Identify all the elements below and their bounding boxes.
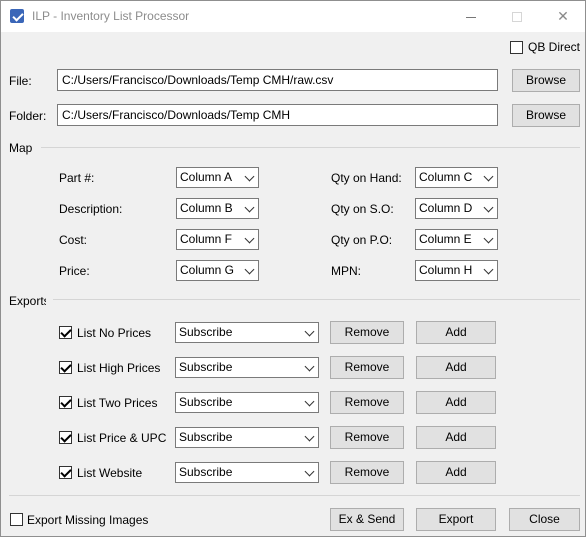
qty-on-po-value: Column E — [419, 232, 472, 246]
list-no-prices-label: List No Prices — [77, 326, 152, 340]
cost-value: Column F — [180, 232, 233, 246]
mpn-select[interactable]: Column H — [415, 260, 498, 281]
list-two-prices-add-button[interactable]: Add — [416, 391, 496, 414]
qty-on-hand-label: Qty on Hand: — [331, 171, 402, 185]
list-two-prices-remove-button[interactable]: Remove — [330, 391, 404, 414]
app-window: ILP - Inventory List Processor ✕ QB Dire… — [0, 0, 586, 537]
chevron-down-icon — [304, 466, 315, 477]
exports-group-title: Exports — [9, 294, 46, 308]
browse-folder-button[interactable]: Browse — [512, 104, 580, 127]
file-path-input[interactable]: C:/Users/Francisco/Downloads/Temp CMH/ra… — [57, 69, 498, 91]
description-value: Column B — [180, 201, 233, 215]
qty-on-hand-select[interactable]: Column C — [415, 167, 498, 188]
list-two-prices-value: Subscribe — [179, 395, 233, 409]
close-button[interactable]: Close — [509, 508, 580, 531]
part-number-label: Part #: — [59, 171, 95, 185]
close-window-button[interactable]: ✕ — [540, 1, 586, 32]
cost-select[interactable]: Column F — [176, 229, 259, 250]
list-website-add-button[interactable]: Add — [416, 461, 496, 484]
list-website-select[interactable]: Subscribe — [175, 462, 319, 483]
map-divider — [41, 147, 580, 148]
title-bar: ILP - Inventory List Processor ✕ — [1, 1, 585, 32]
list-two-prices-checkbox[interactable] — [59, 396, 72, 409]
checklist-icon — [10, 9, 24, 23]
list-website-remove-button[interactable]: Remove — [330, 461, 404, 484]
browse-file-button[interactable]: Browse — [512, 69, 580, 92]
maximize-icon — [512, 12, 522, 23]
qty-on-so-select[interactable]: Column D — [415, 198, 498, 219]
qty-on-po-label: Qty on P.O: — [331, 233, 393, 247]
chevron-down-icon — [483, 171, 494, 182]
folder-label: Folder: — [9, 109, 47, 123]
list-price-upc-remove-button[interactable]: Remove — [330, 426, 404, 449]
ex-send-button[interactable]: Ex & Send — [330, 508, 404, 531]
export-missing-images-checkbox[interactable] — [10, 513, 23, 526]
map-group-title: Map — [9, 141, 33, 155]
list-high-prices-add-button[interactable]: Add — [416, 356, 496, 379]
list-high-prices-label: List High Prices — [77, 361, 161, 375]
maximize-button[interactable] — [494, 1, 540, 32]
list-high-prices-checkbox[interactable] — [59, 361, 72, 374]
chevron-down-icon — [244, 264, 255, 275]
list-no-prices-value: Subscribe — [179, 325, 233, 339]
folder-path-input[interactable]: C:/Users/Francisco/Downloads/Temp CMH — [57, 104, 498, 126]
chevron-down-icon — [483, 202, 494, 213]
qty-on-so-label: Qty on S.O: — [331, 202, 394, 216]
list-two-prices-label: List Two Prices — [77, 396, 158, 410]
part-number-select[interactable]: Column A — [176, 167, 259, 188]
chevron-down-icon — [304, 431, 315, 442]
chevron-down-icon — [244, 171, 255, 182]
description-select[interactable]: Column B — [176, 198, 259, 219]
chevron-down-icon — [483, 233, 494, 244]
list-price-upc-value: Subscribe — [179, 430, 233, 444]
minimize-button[interactable] — [448, 1, 494, 32]
qty-on-so-value: Column D — [419, 201, 473, 215]
list-website-value: Subscribe — [179, 465, 233, 479]
export-missing-images-label: Export Missing Images — [27, 513, 149, 527]
list-high-prices-remove-button[interactable]: Remove — [330, 356, 404, 379]
cost-label: Cost: — [59, 233, 88, 247]
chevron-down-icon — [244, 233, 255, 244]
list-two-prices-select[interactable]: Subscribe — [175, 392, 319, 413]
list-no-prices-add-button[interactable]: Add — [416, 321, 496, 344]
list-website-label: List Website — [77, 466, 143, 480]
description-label: Description: — [59, 202, 123, 216]
footer-divider — [9, 495, 580, 496]
chevron-down-icon — [244, 202, 255, 213]
list-price-upc-label: List Price & UPC — [77, 431, 167, 445]
minimize-icon — [466, 16, 476, 18]
chevron-down-icon — [304, 361, 315, 372]
price-label: Price: — [59, 264, 90, 278]
chevron-down-icon — [483, 264, 494, 275]
list-high-prices-value: Subscribe — [179, 360, 233, 374]
price-value: Column G — [180, 263, 235, 277]
export-button[interactable]: Export — [416, 508, 496, 531]
list-price-upc-select[interactable]: Subscribe — [175, 427, 319, 448]
qty-on-hand-value: Column C — [419, 170, 473, 184]
qty-on-po-select[interactable]: Column E — [415, 229, 498, 250]
file-label: File: — [9, 74, 32, 88]
window-title: ILP - Inventory List Processor — [32, 9, 190, 23]
list-high-prices-select[interactable]: Subscribe — [175, 357, 319, 378]
chevron-down-icon — [304, 396, 315, 407]
part-number-value: Column A — [180, 170, 233, 184]
chevron-down-icon — [304, 326, 315, 337]
exports-divider — [53, 299, 580, 300]
list-no-prices-checkbox[interactable] — [59, 326, 72, 339]
list-website-checkbox[interactable] — [59, 466, 72, 479]
mpn-value: Column H — [419, 263, 473, 277]
qb-direct-label: QB Direct — [528, 40, 581, 54]
list-no-prices-select[interactable]: Subscribe — [175, 322, 319, 343]
mpn-label: MPN: — [331, 264, 361, 278]
list-price-upc-add-button[interactable]: Add — [416, 426, 496, 449]
list-no-prices-remove-button[interactable]: Remove — [330, 321, 404, 344]
list-price-upc-checkbox[interactable] — [59, 431, 72, 444]
close-icon: ✕ — [557, 8, 569, 24]
qb-direct-checkbox[interactable] — [510, 41, 523, 54]
price-select[interactable]: Column G — [176, 260, 259, 281]
